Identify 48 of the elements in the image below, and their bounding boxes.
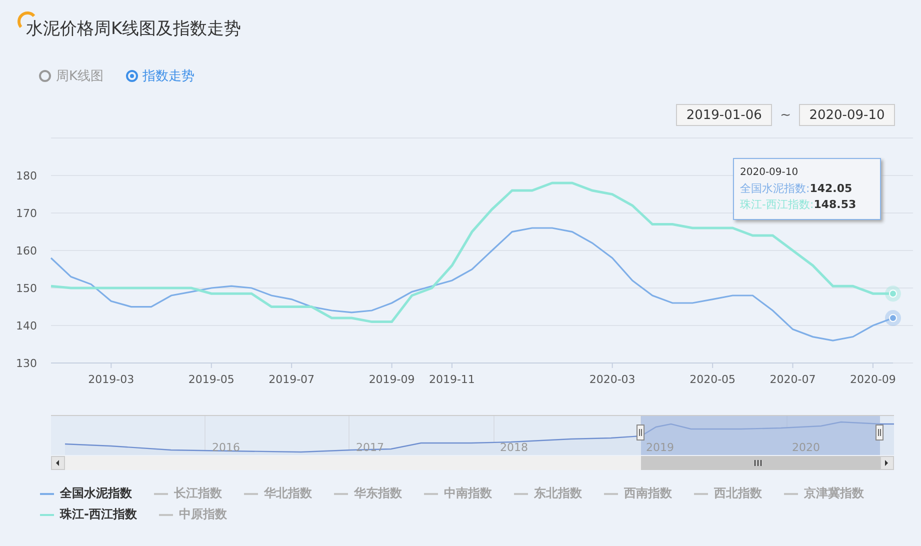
range-handle[interactable] — [876, 424, 884, 440]
radio-option[interactable]: 指数走势 — [126, 66, 195, 86]
scroll-right-button[interactable] — [880, 456, 894, 470]
legend-item[interactable]: 华北指数 — [244, 485, 312, 502]
legend-item[interactable]: 珠江-西江指数 — [40, 506, 137, 523]
year-label: 2018 — [500, 441, 528, 454]
range-separator: ~ — [780, 108, 791, 122]
legend-item[interactable]: 全国水泥指数 — [40, 485, 132, 502]
axis-label: 150 — [16, 282, 37, 295]
tooltip-date: 2020-09-10 — [740, 166, 800, 180]
tooltip-value: 142.05 — [810, 181, 852, 197]
axis-label: 2019-09 — [368, 373, 415, 386]
date-field[interactable]: 2020-09-10 — [799, 104, 895, 126]
axis-label: 2019-07 — [268, 373, 315, 386]
year-label: 2016 — [212, 441, 240, 454]
legend-item[interactable]: 长江指数 — [154, 485, 222, 502]
legend-item[interactable]: 西南指数 — [604, 485, 672, 502]
tooltip-value: 148.53 — [814, 197, 856, 213]
axis-label: 180 — [16, 170, 37, 182]
legend-item[interactable]: 华东指数 — [334, 485, 402, 502]
range-handle[interactable] — [636, 424, 644, 440]
tooltip-label: 珠江-西江指数: — [740, 197, 814, 213]
page-title: 水泥价格周K线图及指数走势 — [26, 18, 242, 40]
legend-item[interactable]: 中南指数 — [424, 485, 492, 502]
axis-label: 2020-03 — [589, 373, 636, 386]
axis-label: 2019-05 — [188, 373, 234, 386]
axis-label: 2020-05 — [690, 373, 736, 386]
legend-item[interactable]: 中原指数 — [158, 506, 227, 523]
axis-label: 160 — [16, 244, 37, 258]
point-marker — [885, 310, 901, 326]
scrollbar-thumb[interactable] — [641, 456, 880, 470]
axis-label: 130 — [16, 357, 37, 370]
axis-label: 2019-03 — [88, 373, 134, 386]
axis-label: 140 — [16, 320, 37, 332]
axis-label: 2020-09 — [850, 373, 896, 386]
point-marker — [885, 286, 901, 302]
date-field[interactable]: 2019-01-06 — [676, 104, 772, 126]
year-label: 2020 — [792, 441, 820, 454]
legend-item[interactable]: 西北指数 — [694, 485, 762, 502]
axis-label: 2020-07 — [770, 373, 816, 386]
legend-item[interactable]: 京津冀指数 — [784, 485, 864, 502]
radio-option[interactable]: 周K线图 — [39, 66, 104, 86]
scroll-left-button[interactable] — [51, 456, 65, 470]
year-label: 2019 — [646, 441, 674, 454]
axis-label: 2019-11 — [428, 373, 475, 386]
tooltip-label: 全国水泥指数: — [740, 181, 810, 197]
axis-label: 170 — [16, 207, 37, 220]
legend-item[interactable]: 东北指数 — [514, 485, 582, 502]
